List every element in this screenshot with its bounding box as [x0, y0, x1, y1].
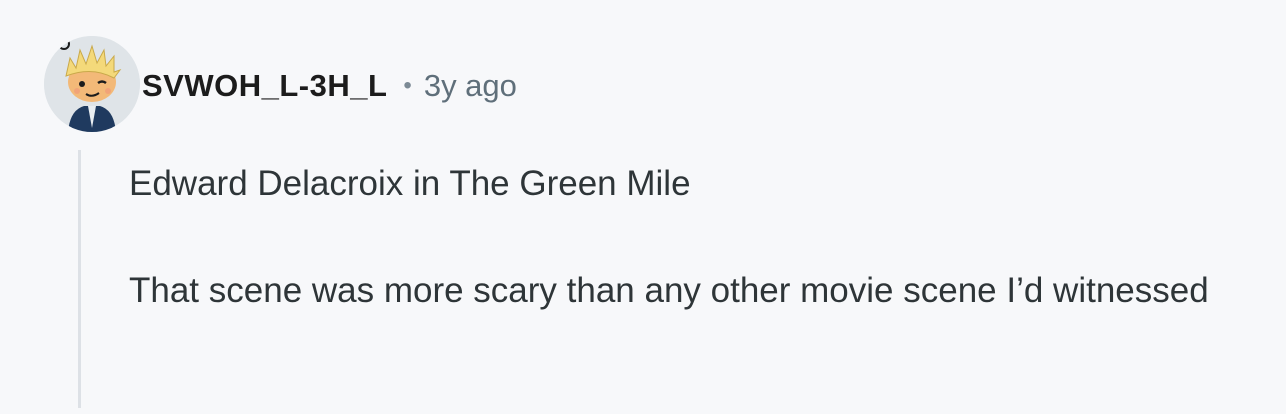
comment: SVWOH_L-3H_L • 3y ago Edward Delacroix i… [0, 0, 1286, 414]
thread-collapse-line[interactable] [78, 150, 81, 408]
comment-meta: SVWOH_L-3H_L • 3y ago [142, 66, 517, 106]
timestamp-link[interactable]: 3y ago [424, 68, 517, 104]
avatar[interactable] [44, 36, 140, 132]
comment-paragraph: That scene was more scary than any other… [129, 271, 1209, 310]
snoo-avatar-icon [44, 36, 140, 132]
meta-separator: • [403, 72, 412, 99]
comment-paragraph: Edward Delacroix in The Green Mile [129, 164, 691, 203]
comment-body: Edward Delacroix in The Green Mile That … [129, 158, 1269, 317]
username-link[interactable]: SVWOH_L-3H_L [142, 68, 387, 104]
